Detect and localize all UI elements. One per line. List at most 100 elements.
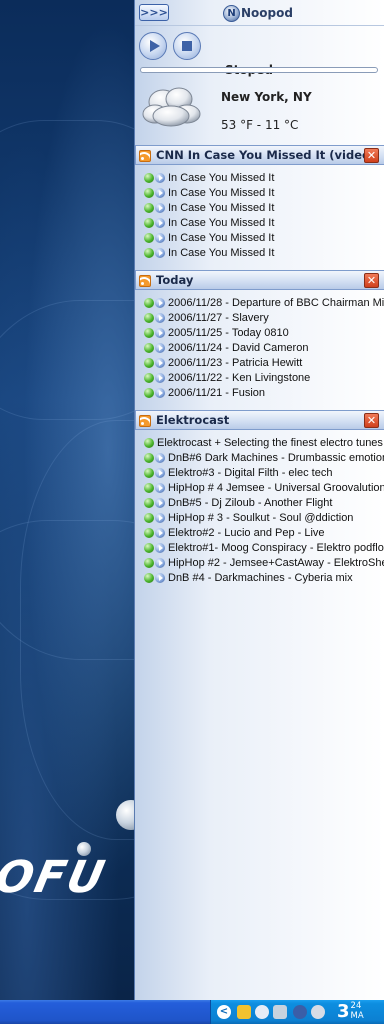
feed-item[interactable]: In Case You Missed It: [135, 170, 384, 185]
close-feed-button[interactable]: ✕: [364, 413, 379, 428]
close-feed-button[interactable]: ✕: [364, 148, 379, 163]
play-arrow-icon[interactable]: [155, 497, 165, 508]
app-title: N Noopod: [223, 4, 293, 22]
feed-item-label: Elektro#2 - Lucio and Pep - Live: [168, 526, 325, 539]
play-arrow-icon[interactable]: [155, 342, 165, 353]
status-dot-icon: [144, 357, 154, 368]
feed-item[interactable]: 2006/11/27 - Slavery: [135, 310, 384, 325]
status-dot-icon: [144, 172, 154, 183]
noopod-panel: >>> N Noopod Stoped New Y: [134, 0, 384, 1000]
play-arrow-icon[interactable]: [155, 482, 165, 493]
feed-header: Elektrocast ✕: [135, 410, 384, 430]
status-dot-icon: [144, 247, 154, 258]
feed-item[interactable]: 2006/11/21 - Fusion: [135, 385, 384, 400]
clock-ampm: MA: [350, 1011, 364, 1021]
feed-item[interactable]: 2006/11/22 - Ken Livingstone: [135, 370, 384, 385]
feed-item[interactable]: Elektrocast + Selecting the finest elect…: [135, 435, 384, 450]
play-arrow-icon[interactable]: [155, 217, 165, 228]
play-arrow-icon[interactable]: [155, 452, 165, 463]
play-arrow-icon[interactable]: [155, 467, 165, 478]
feed-item[interactable]: In Case You Missed It: [135, 245, 384, 260]
feed-item[interactable]: In Case You Missed It: [135, 185, 384, 200]
close-feed-button[interactable]: ✕: [364, 273, 379, 288]
play-arrow-icon[interactable]: [155, 172, 165, 183]
expand-button[interactable]: >>>: [139, 4, 169, 21]
feed-item[interactable]: HipHop # 3 - Soulkut - Soul @ddiction: [135, 510, 384, 525]
feed-item[interactable]: DnB#6 Dark Machines - Drumbassic emotion…: [135, 450, 384, 465]
play-arrow-icon[interactable]: [155, 327, 165, 338]
weather-widget: New York, NY 53 °F - 11 °C: [135, 80, 384, 142]
rss-icon: [139, 415, 151, 427]
feed-item[interactable]: HipHop # 4 Jemsee - Universal Groovaluti…: [135, 480, 384, 495]
feed-item-label: Elektro#1- Moog Conspiracy - Elektro pod…: [168, 541, 384, 554]
feed-item-label: 2006/11/23 - Patricia Hewitt: [168, 356, 303, 369]
feed-item-label: In Case You Missed It: [168, 201, 275, 214]
feed-item[interactable]: HipHop #2 - Jemsee+CastAway - ElektroShe…: [135, 555, 384, 570]
feed-item-label: In Case You Missed It: [168, 216, 275, 229]
feed-item-label: In Case You Missed It: [168, 231, 275, 244]
status-dot-icon: [144, 297, 154, 308]
feed-item[interactable]: Elektro#2 - Lucio and Pep - Live: [135, 525, 384, 540]
feed-item[interactable]: DnB #4 - Darkmachines - Cyberia mix: [135, 570, 384, 585]
player-controls: Stoped: [135, 26, 384, 88]
feed-item-label: DnB #4 - Darkmachines - Cyberia mix: [168, 571, 353, 584]
status-dot-icon: [144, 452, 154, 463]
playback-progress-bar[interactable]: [140, 67, 378, 73]
play-arrow-icon[interactable]: [155, 187, 165, 198]
feed-title[interactable]: CNN In Case You Missed It (video): [156, 148, 375, 162]
feed-item-label: In Case You Missed It: [168, 171, 275, 184]
play-arrow-icon[interactable]: [155, 527, 165, 538]
network-icon[interactable]: [273, 1005, 287, 1019]
clock-minute-block: 24 MA: [351, 1001, 364, 1021]
play-button[interactable]: [139, 32, 167, 60]
feed-header: CNN In Case You Missed It (video) ✕: [135, 145, 384, 165]
feed-item[interactable]: 2006/11/28 - Departure of BBC Chairman M…: [135, 295, 384, 310]
status-dot-icon: [144, 557, 154, 568]
play-arrow-icon[interactable]: [155, 512, 165, 523]
rss-icon: [139, 275, 151, 287]
feed-title[interactable]: Elektrocast: [156, 413, 229, 427]
play-arrow-icon[interactable]: [155, 387, 165, 398]
feed-item[interactable]: 2005/11/25 - Today 0810: [135, 325, 384, 340]
play-arrow-icon[interactable]: [155, 232, 165, 243]
feed-item-label: HipHop #2 - Jemsee+CastAway - ElektroShe…: [168, 556, 384, 569]
feed-item[interactable]: 2006/11/23 - Patricia Hewitt: [135, 355, 384, 370]
feed-item[interactable]: In Case You Missed It: [135, 215, 384, 230]
security-icon[interactable]: [293, 1005, 307, 1019]
feed-header: Today ✕: [135, 270, 384, 290]
play-arrow-icon[interactable]: [155, 357, 165, 368]
system-tray: < 3 24 MA: [210, 1000, 384, 1024]
feed-item-label: 2006/11/28 - Departure of BBC Chairman M…: [168, 296, 384, 309]
feed-item[interactable]: In Case You Missed It: [135, 200, 384, 215]
play-arrow-icon[interactable]: [155, 542, 165, 553]
rss-icon: [139, 150, 151, 162]
feed-item-label: 2005/11/25 - Today 0810: [168, 326, 289, 339]
status-dot-icon: [144, 187, 154, 198]
status-dot-icon: [144, 312, 154, 323]
play-arrow-icon[interactable]: [155, 297, 165, 308]
feed-item[interactable]: Elektro#1- Moog Conspiracy - Elektro pod…: [135, 540, 384, 555]
ftp-icon[interactable]: [237, 1005, 251, 1019]
noopod-tray-icon[interactable]: [255, 1005, 269, 1019]
feed-item[interactable]: Elektro#3 - Digital Filth - elec tech: [135, 465, 384, 480]
wallpaper-logo-text: OFU: [0, 852, 111, 903]
play-arrow-icon[interactable]: [155, 557, 165, 568]
taskbar: < 3 24 MA: [0, 1000, 384, 1024]
feed-item[interactable]: 2006/11/24 - David Cameron: [135, 340, 384, 355]
stop-button[interactable]: [173, 32, 201, 60]
feed-item[interactable]: In Case You Missed It: [135, 230, 384, 245]
volume-icon[interactable]: [311, 1005, 325, 1019]
play-arrow-icon[interactable]: [155, 372, 165, 383]
feed-item-label: 2006/11/24 - David Cameron: [168, 341, 309, 354]
feed-item-label: In Case You Missed It: [168, 246, 275, 259]
taskbar-clock[interactable]: 3 24 MA: [337, 1001, 364, 1023]
feed-item[interactable]: DnB#5 - Dj Ziloub - Another Flight: [135, 495, 384, 510]
clock-minute: 24: [350, 1001, 362, 1011]
feed-title[interactable]: Today: [156, 273, 193, 287]
show-hidden-icons-button[interactable]: <: [217, 1005, 231, 1019]
play-arrow-icon[interactable]: [155, 247, 165, 258]
play-arrow-icon[interactable]: [155, 572, 165, 583]
feed-item-label: DnB#5 - Dj Ziloub - Another Flight: [168, 496, 333, 509]
play-arrow-icon[interactable]: [155, 312, 165, 323]
play-arrow-icon[interactable]: [155, 202, 165, 213]
